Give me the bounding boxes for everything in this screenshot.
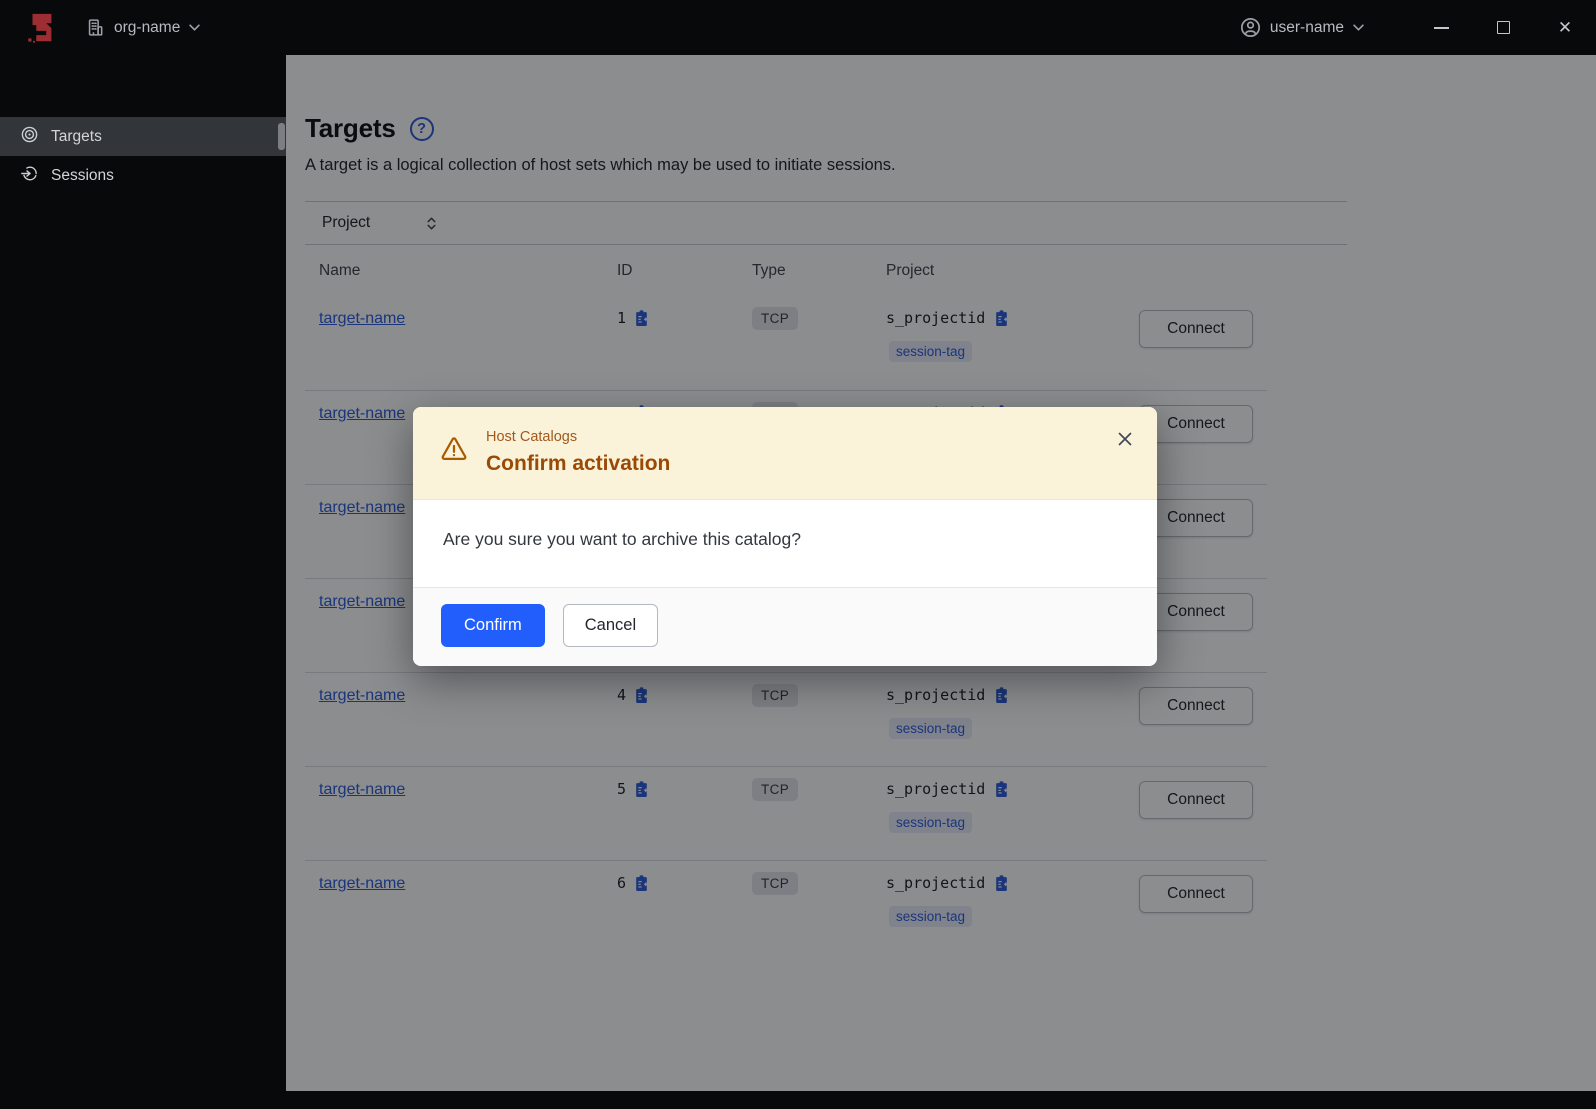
sidebar-scrollbar-thumb[interactable] [278, 123, 285, 150]
user-name-label: user-name [1269, 18, 1344, 36]
dialog-message: Are you sure you want to archive this ca… [443, 529, 801, 549]
building-icon [86, 18, 105, 37]
sidebar-item-sessions[interactable]: Sessions [0, 156, 286, 195]
titlebar: org-name user-name ✕ [0, 0, 1596, 55]
dialog-header: Host Catalogs Confirm activation [413, 407, 1157, 500]
maximize-icon [1496, 21, 1510, 34]
session-icon [21, 165, 38, 187]
user-menu[interactable]: user-name [1240, 17, 1364, 38]
cancel-button[interactable]: Cancel [562, 604, 659, 647]
minimize-button[interactable] [1410, 1, 1472, 55]
confirm-dialog: Host Catalogs Confirm activation Are you… [413, 407, 1157, 666]
confirm-button[interactable]: Confirm [441, 604, 545, 647]
dialog-footer: Confirm Cancel [413, 587, 1157, 666]
chevron-down-icon [1353, 24, 1364, 31]
dialog-close-button[interactable] [1117, 431, 1133, 450]
boundary-logo-icon [24, 11, 58, 45]
org-name-label: org-name [114, 18, 181, 36]
dialog-context: Host Catalogs [486, 429, 578, 445]
user-circle-icon [1240, 17, 1261, 38]
close-icon [1118, 432, 1132, 446]
maximize-button[interactable] [1472, 1, 1534, 55]
sidebar: Targets Sessions [0, 55, 286, 1109]
close-button[interactable]: ✕ [1534, 1, 1596, 55]
dialog-title: Confirm activation [486, 452, 671, 475]
sidebar-item-targets[interactable]: Targets [0, 117, 286, 156]
window-controls: ✕ [1410, 1, 1596, 55]
close-icon: ✕ [1557, 18, 1573, 37]
org-switcher[interactable]: org-name [86, 18, 201, 37]
sidebar-item-label: Sessions [51, 166, 114, 184]
sidebar-item-label: Targets [51, 127, 102, 145]
warning-icon [441, 437, 467, 460]
target-icon [21, 126, 38, 148]
chevron-down-icon [189, 24, 201, 31]
minimize-icon [1433, 26, 1449, 29]
